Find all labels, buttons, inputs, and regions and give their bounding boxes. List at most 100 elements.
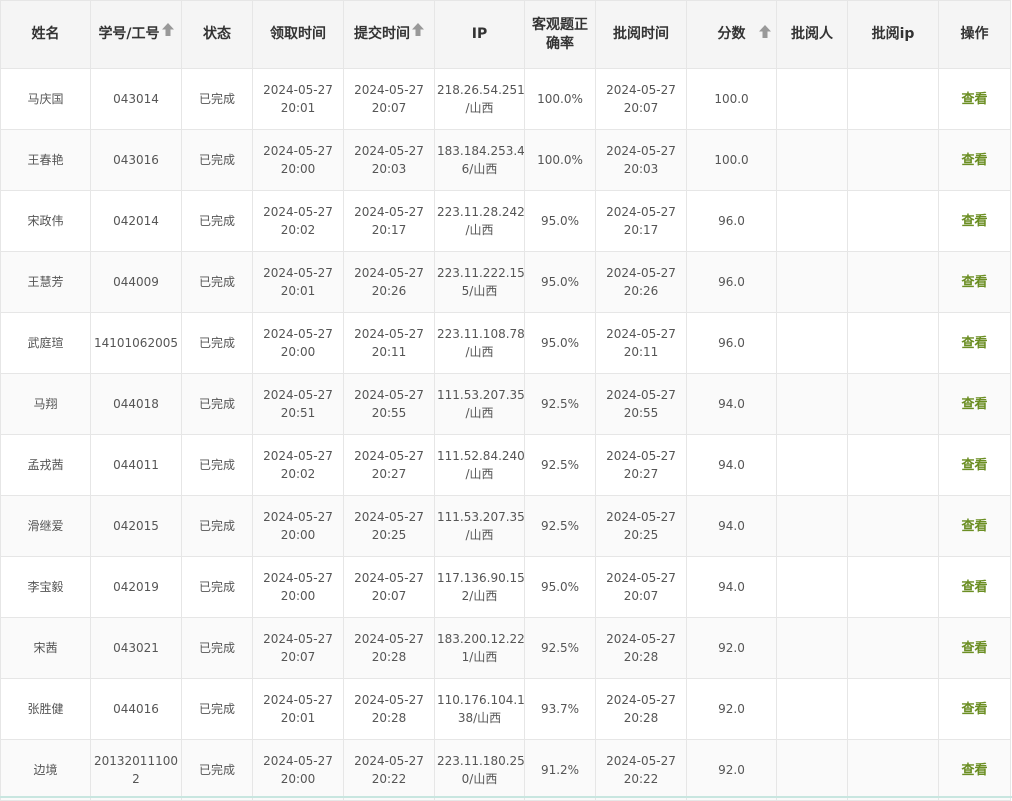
cell-receive-time: 2024-05-27 20:01 xyxy=(252,678,344,740)
review-clock: 20:17 xyxy=(623,223,659,237)
header-reviewer-label: 批阅人 xyxy=(791,26,833,42)
cell-accuracy: 95.0% xyxy=(524,190,596,252)
student-id: 042015 xyxy=(113,519,159,533)
review-date: 2024-05-27 xyxy=(606,266,676,280)
header-submit-time[interactable]: 提交时间 xyxy=(343,0,435,69)
view-link[interactable]: 查看 xyxy=(961,641,987,656)
status-text: 已完成 xyxy=(198,214,235,228)
cell-status: 已完成 xyxy=(181,434,253,496)
ip-line-1: 111.53.207.35 xyxy=(437,510,525,524)
ip-line-1: 223.11.180.25 xyxy=(437,754,525,768)
student-name: 马庆国 xyxy=(27,92,64,106)
receive-clock: 20:00 xyxy=(280,589,316,603)
sort-up-arrow-icon[interactable] xyxy=(759,25,771,44)
header-name: 姓名 xyxy=(0,0,91,69)
view-link[interactable]: 查看 xyxy=(961,92,987,107)
cell-submit-time: 2024-05-27 20:22 xyxy=(343,739,435,801)
header-ip: IP xyxy=(434,0,525,69)
review-date: 2024-05-27 xyxy=(606,754,676,768)
view-link[interactable]: 查看 xyxy=(961,763,987,778)
cell-receive-time: 2024-05-27 20:01 xyxy=(252,251,344,313)
cell-score: 92.0 xyxy=(686,678,777,740)
view-link[interactable]: 查看 xyxy=(961,397,987,412)
sort-up-arrow-icon[interactable] xyxy=(412,23,424,42)
header-objective-accuracy: 客观题正确率 xyxy=(524,0,596,69)
cell-review-time: 2024-05-27 20:11 xyxy=(595,312,687,374)
cell-accuracy: 95.0% xyxy=(524,251,596,313)
cell-name: 宋政伟 xyxy=(0,190,91,252)
cell-name: 孟戎茜 xyxy=(0,434,91,496)
header-id[interactable]: 学号/工号 xyxy=(90,0,182,69)
table-row: 滑继爱 042015 已完成 2024-05-27 20:00 2024-05-27 20:… xyxy=(0,495,1011,557)
student-id: 042019 xyxy=(113,580,159,594)
cell-reviewer-ip xyxy=(847,68,939,130)
cell-review-time: 2024-05-27 20:27 xyxy=(595,434,687,496)
cell-submit-time: 2024-05-27 20:07 xyxy=(343,68,435,130)
header-ip-label: IP xyxy=(471,26,488,42)
cell-action: 查看 xyxy=(938,190,1011,252)
ip-line-1: 111.53.207.35 xyxy=(437,388,525,402)
view-link[interactable]: 查看 xyxy=(961,275,987,290)
view-link[interactable]: 查看 xyxy=(961,336,987,351)
cell-name: 张胜健 xyxy=(0,678,91,740)
status-text: 已完成 xyxy=(198,336,235,350)
ip-line-2: 2/山西 xyxy=(461,589,498,603)
cell-reviewer xyxy=(776,312,848,374)
cell-score: 100.0 xyxy=(686,68,777,130)
view-link[interactable]: 查看 xyxy=(961,519,987,534)
submit-date: 2024-05-27 xyxy=(354,144,424,158)
view-link[interactable]: 查看 xyxy=(961,214,987,229)
cell-submit-time: 2024-05-27 20:03 xyxy=(343,129,435,191)
status-text: 已完成 xyxy=(198,519,235,533)
cell-id: 042019 xyxy=(90,556,182,618)
score-value: 96.0 xyxy=(718,275,745,289)
submit-date: 2024-05-27 xyxy=(354,327,424,341)
cell-reviewer xyxy=(776,556,848,618)
view-link[interactable]: 查看 xyxy=(961,458,987,473)
score-value: 96.0 xyxy=(718,214,745,228)
accuracy-value: 100.0% xyxy=(537,92,583,106)
view-link[interactable]: 查看 xyxy=(961,580,987,595)
accuracy-value: 92.5% xyxy=(540,397,580,411)
cell-score: 100.0 xyxy=(686,129,777,191)
view-link[interactable]: 查看 xyxy=(961,153,987,168)
student-name: 王春艳 xyxy=(27,153,64,167)
submit-date: 2024-05-27 xyxy=(354,83,424,97)
status-text: 已完成 xyxy=(198,275,235,289)
ip-line-2: /山西 xyxy=(465,101,494,115)
cell-id: 044016 xyxy=(90,678,182,740)
cell-action: 查看 xyxy=(938,556,1011,618)
cell-submit-time: 2024-05-27 20:28 xyxy=(343,617,435,679)
header-status-label: 状态 xyxy=(203,26,231,42)
submit-date: 2024-05-27 xyxy=(354,632,424,646)
header-score[interactable]: 分数 xyxy=(686,0,777,69)
review-clock: 20:26 xyxy=(623,284,659,298)
table-row: 孟戎茜 044011 已完成 2024-05-27 20:02 2024-05-27 20:… xyxy=(0,434,1011,496)
cell-ip: 111.53.207.35/山西 xyxy=(434,495,525,557)
cell-reviewer-ip xyxy=(847,129,939,191)
view-link[interactable]: 查看 xyxy=(961,702,987,717)
receive-clock: 20:01 xyxy=(280,284,316,298)
cell-status: 已完成 xyxy=(181,68,253,130)
sort-up-arrow-icon[interactable] xyxy=(161,23,174,42)
score-value: 94.0 xyxy=(718,458,745,472)
cell-id: 044011 xyxy=(90,434,182,496)
accuracy-value: 95.0% xyxy=(540,336,580,350)
receive-clock: 20:01 xyxy=(280,711,316,725)
receive-date: 2024-05-27 xyxy=(263,571,333,585)
cell-reviewer xyxy=(776,129,848,191)
ip-line-2: 1/山西 xyxy=(461,650,498,664)
student-id: 043014 xyxy=(113,92,159,106)
cell-status: 已完成 xyxy=(181,129,253,191)
cell-submit-time: 2024-05-27 20:28 xyxy=(343,678,435,740)
submit-clock: 20:22 xyxy=(371,772,407,786)
header-action: 操作 xyxy=(938,0,1011,69)
cell-reviewer-ip xyxy=(847,434,939,496)
cell-status: 已完成 xyxy=(181,617,253,679)
ip-line-1: 183.184.253.4 xyxy=(437,144,525,158)
status-text: 已完成 xyxy=(198,458,235,472)
review-date: 2024-05-27 xyxy=(606,388,676,402)
student-name: 王慧芳 xyxy=(27,275,64,289)
review-date: 2024-05-27 xyxy=(606,83,676,97)
review-clock: 20:11 xyxy=(623,345,659,359)
